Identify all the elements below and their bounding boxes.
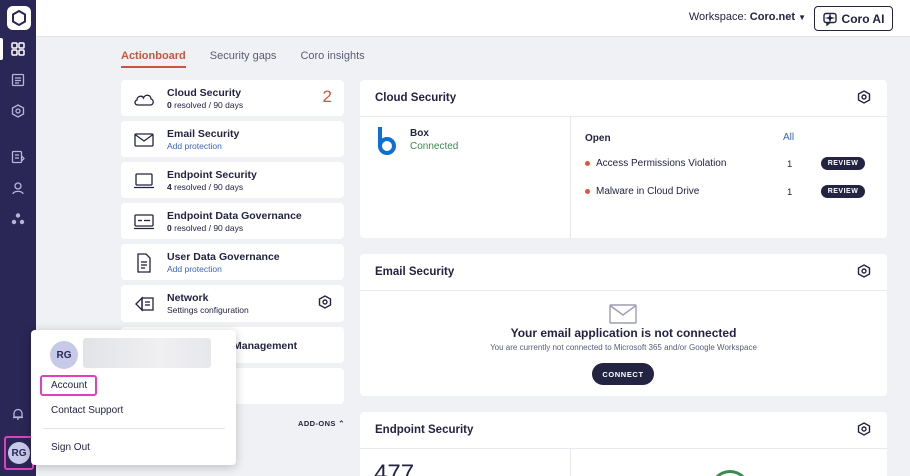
coro-ai-label: Coro AI bbox=[841, 11, 885, 26]
not-connected-heading: Your email application is not connected bbox=[510, 326, 737, 340]
issue-row[interactable]: Malware in Cloud Drive bbox=[585, 186, 699, 197]
vertical-divider bbox=[570, 449, 571, 476]
card-title: User Data Governance bbox=[167, 251, 280, 263]
card-title: Email Security bbox=[167, 128, 240, 140]
status-gauge bbox=[710, 470, 750, 476]
module-card-endpoint-security[interactable]: Endpoint Security 4 resolved / 90 days bbox=[121, 162, 344, 198]
not-connected-subtext: You are currently not connected to Micro… bbox=[490, 343, 757, 352]
card-title: Network bbox=[167, 292, 209, 304]
module-card-cloud-security[interactable]: Cloud Security 0 resolved / 90 days 2 bbox=[121, 80, 344, 116]
gear-icon[interactable] bbox=[857, 90, 871, 109]
cloud-security-panel: Cloud Security Box Connected Open All Ac… bbox=[360, 80, 887, 238]
card-title: Endpoint Security bbox=[167, 169, 257, 181]
connected-app-name: Box bbox=[410, 128, 429, 139]
issue-count: 1 bbox=[787, 187, 793, 198]
divider bbox=[43, 428, 225, 429]
card-title-partial: Management bbox=[233, 340, 298, 352]
menu-avatar: RG bbox=[50, 341, 78, 369]
tab-actionboard[interactable]: Actionboard bbox=[121, 50, 186, 68]
menu-item-sign-out[interactable]: Sign Out bbox=[51, 442, 90, 453]
review-button[interactable]: REVIEW bbox=[821, 185, 865, 198]
dashboard-icon[interactable] bbox=[8, 39, 28, 59]
settings-hex-icon[interactable] bbox=[8, 101, 28, 121]
bell-icon[interactable] bbox=[8, 404, 28, 424]
card-subtitle: 4 resolved / 90 days bbox=[167, 182, 244, 192]
tab-coro-insights[interactable]: Coro insights bbox=[300, 50, 364, 68]
menu-item-account[interactable]: Account bbox=[51, 380, 87, 391]
workspace-label: Workspace: bbox=[688, 11, 747, 23]
box-logo-icon bbox=[376, 127, 398, 160]
document-icon bbox=[133, 252, 155, 274]
divider bbox=[360, 290, 887, 291]
endpoint-security-panel: Endpoint Security 477 bbox=[360, 412, 887, 476]
issue-label: Malware in Cloud Drive bbox=[596, 186, 700, 197]
vertical-divider bbox=[570, 117, 571, 238]
add-protection-link[interactable]: Add protection bbox=[167, 141, 222, 151]
panel-title: Endpoint Security bbox=[375, 424, 474, 436]
user-menu: RG Account Contact Support Sign Out bbox=[31, 330, 236, 465]
connect-button[interactable]: CONNECT bbox=[592, 363, 654, 385]
divider bbox=[360, 448, 887, 449]
top-bar: Workspace: Coro.net ▼ Coro AI bbox=[36, 0, 910, 37]
user-avatar-button[interactable]: RG bbox=[4, 436, 34, 470]
panel-title: Email Security bbox=[375, 266, 455, 278]
add-protection-link[interactable]: Add protection bbox=[167, 264, 222, 274]
report-icon[interactable] bbox=[8, 147, 28, 167]
ai-chat-icon bbox=[822, 12, 837, 26]
nav-active-indicator bbox=[0, 38, 3, 60]
module-card-endpoint-data-governance[interactable]: Endpoint Data Governance 0 resolved / 90… bbox=[121, 203, 344, 239]
workspace-selector[interactable]: Workspace: Coro.net ▼ bbox=[689, 11, 806, 23]
gear-icon[interactable] bbox=[318, 295, 332, 314]
email-security-panel: Email Security Your email application is… bbox=[360, 254, 887, 396]
alert-dot-icon bbox=[585, 161, 590, 166]
chevron-down-icon: ▼ bbox=[798, 13, 806, 22]
addons-toggle[interactable]: ADD-ONS ⌃ bbox=[298, 419, 345, 428]
gear-icon[interactable] bbox=[857, 422, 871, 441]
cloud-icon bbox=[133, 88, 155, 110]
issue-label: Access Permissions Violation bbox=[596, 158, 727, 169]
coro-ai-button[interactable]: Coro AI bbox=[814, 6, 893, 31]
all-link[interactable]: All bbox=[783, 132, 794, 143]
module-card-email-security[interactable]: Email Security Add protection bbox=[121, 121, 344, 157]
envelope-icon bbox=[133, 129, 155, 151]
divider bbox=[360, 116, 887, 117]
module-card-user-data-governance[interactable]: User Data Governance Add protection bbox=[121, 244, 344, 280]
issue-row[interactable]: Access Permissions Violation bbox=[585, 158, 726, 169]
card-subtitle: 0 resolved / 90 days bbox=[167, 100, 244, 110]
menu-item-contact-support[interactable]: Contact Support bbox=[51, 405, 123, 416]
list-icon[interactable] bbox=[8, 70, 28, 90]
connectors-icon[interactable] bbox=[8, 209, 28, 229]
open-label: Open bbox=[585, 133, 611, 144]
monitor-data-icon bbox=[133, 211, 155, 233]
open-issues-count: 2 bbox=[322, 87, 332, 106]
issue-count: 1 bbox=[787, 159, 793, 170]
laptop-icon bbox=[133, 170, 155, 192]
redacted-user-info bbox=[83, 338, 211, 368]
tab-security-gaps[interactable]: Security gaps bbox=[210, 50, 277, 68]
user-badge-icon[interactable] bbox=[8, 178, 28, 198]
review-button[interactable]: REVIEW bbox=[821, 157, 865, 170]
gear-icon[interactable] bbox=[857, 264, 871, 283]
tabs: Actionboard Security gaps Coro insights bbox=[121, 50, 365, 68]
network-icon bbox=[133, 293, 155, 315]
sidebar-avatar: RG bbox=[8, 442, 30, 464]
card-subtitle: Settings configuration bbox=[167, 305, 249, 315]
panel-title: Cloud Security bbox=[375, 92, 457, 104]
workspace-name: Coro.net bbox=[749, 11, 796, 23]
card-subtitle: 0 resolved / 90 days bbox=[167, 223, 244, 233]
card-title: Endpoint Data Governance bbox=[167, 210, 302, 222]
module-card-network[interactable]: Network Settings configuration bbox=[121, 285, 344, 322]
alert-dot-icon bbox=[585, 189, 590, 194]
chevron-up-icon: ⌃ bbox=[338, 419, 345, 428]
card-title: Cloud Security bbox=[167, 87, 242, 99]
endpoint-count: 477 bbox=[374, 460, 415, 476]
connection-status: Connected bbox=[410, 141, 459, 152]
coro-logo-icon[interactable] bbox=[7, 6, 31, 30]
